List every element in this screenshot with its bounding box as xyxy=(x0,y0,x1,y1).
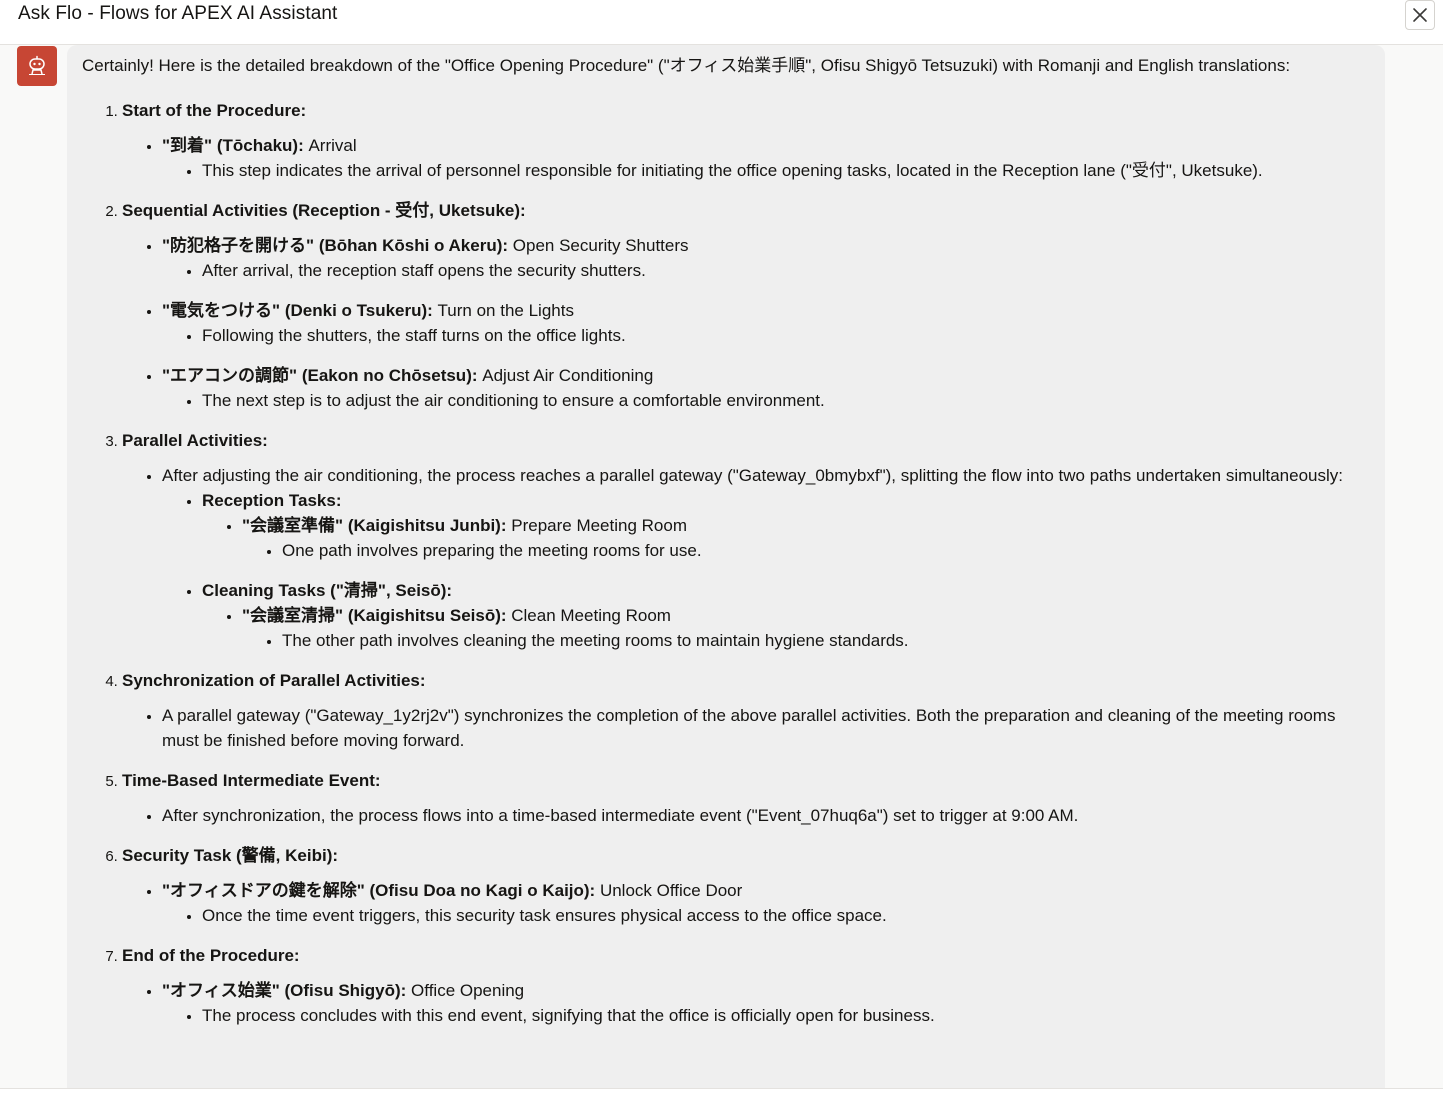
sub-bullets: One path involves preparing the meeting … xyxy=(242,538,1373,563)
sub-bullets: This step indicates the arrival of perso… xyxy=(162,158,1373,183)
group-bullets: "会議室清掃" (Kaigishitsu Seisō): Clean Meeti… xyxy=(202,603,1373,653)
list-item: "電気をつける" (Denki o Tsukeru): Turn on the … xyxy=(162,298,1373,348)
list-item: After adjusting the air conditioning, th… xyxy=(162,463,1373,653)
step-item: Security Task (警備, Keibi): "オフィスドアの鍵を解除"… xyxy=(122,843,1373,928)
task-detail: Once the time event triggers, this secur… xyxy=(202,903,1373,928)
task-term: "電気をつける" (Denki o Tsukeru): xyxy=(162,301,433,320)
ask-flo-dialog: Ask Flo - Flows for APEX AI Assistant Ce… xyxy=(0,0,1443,1095)
list-item: "会議室準備" (Kaigishitsu Junbi): Prepare Mee… xyxy=(242,513,1373,563)
sub-bullets: The process concludes with this end even… xyxy=(162,1003,1373,1028)
close-button[interactable] xyxy=(1405,0,1435,30)
dialog-footer xyxy=(0,1088,1443,1095)
parallel-group: Reception Tasks: "会議室準備" (Kaigishitsu Ju… xyxy=(202,488,1373,563)
step-title: Time-Based Intermediate Event: xyxy=(122,771,381,790)
step-bullets: After synchronization, the process flows… xyxy=(122,803,1373,828)
task-desc: Unlock Office Door xyxy=(595,881,743,900)
task-desc: Turn on the Lights xyxy=(432,301,574,320)
task-desc: Office Opening xyxy=(406,981,525,1000)
group-title: Reception Tasks: xyxy=(202,491,342,510)
step-title: Start of the Procedure: xyxy=(122,101,307,120)
step-bullets: After adjusting the air conditioning, th… xyxy=(122,463,1373,653)
parallel-groups: Reception Tasks: "会議室準備" (Kaigishitsu Ju… xyxy=(162,488,1373,653)
step-item: Start of the Procedure: "到着" (Tōchaku): … xyxy=(122,98,1373,183)
task-desc: Prepare Meeting Room xyxy=(506,516,687,535)
parallel-group: Cleaning Tasks ("清掃", Seisō): "会議室清掃" (K… xyxy=(202,578,1373,653)
step-item: Parallel Activities: After adjusting the… xyxy=(122,428,1373,653)
task-term: "防犯格子を開ける" (Bōhan Kōshi o Akeru): xyxy=(162,236,509,255)
group-title: Cleaning Tasks ("清掃", Seisō): xyxy=(202,581,453,600)
assistant-avatar xyxy=(17,46,57,86)
message-intro: Certainly! Here is the detailed breakdow… xyxy=(82,56,1291,75)
step-title: End of the Procedure: xyxy=(122,946,300,965)
group-bullets: "会議室準備" (Kaigishitsu Junbi): Prepare Mee… xyxy=(202,513,1373,563)
chat-content[interactable]: Certainly! Here is the detailed breakdow… xyxy=(0,45,1443,1088)
task-detail: After arrival, the reception staff opens… xyxy=(202,258,1373,283)
list-item: "オフィス始業" (Ofisu Shigyō): Office Opening … xyxy=(162,978,1373,1028)
step-title: Security Task (警備, Keibi): xyxy=(122,846,339,865)
steps-list: Start of the Procedure: "到着" (Tōchaku): … xyxy=(82,98,1373,1028)
sub-bullets: The other path involves cleaning the mee… xyxy=(242,628,1373,653)
sub-bullets: Following the shutters, the staff turns … xyxy=(162,323,1373,348)
step-bullets: "オフィスドアの鍵を解除" (Ofisu Doa no Kagi o Kaijo… xyxy=(122,878,1373,928)
list-item: "到着" (Tōchaku): Arrival This step indica… xyxy=(162,133,1373,183)
dialog-title: Ask Flo - Flows for APEX AI Assistant xyxy=(18,3,338,24)
task-detail: Following the shutters, the staff turns … xyxy=(202,323,1373,348)
step-item: End of the Procedure: "オフィス始業" (Ofisu Sh… xyxy=(122,943,1373,1028)
list-item: "オフィスドアの鍵を解除" (Ofisu Doa no Kagi o Kaijo… xyxy=(162,878,1373,928)
task-desc: Arrival xyxy=(303,136,357,155)
task-desc: Clean Meeting Room xyxy=(506,606,671,625)
step-text: A parallel gateway ("Gateway_1y2rj2v") s… xyxy=(162,703,1373,753)
task-detail: The next step is to adjust the air condi… xyxy=(202,388,1373,413)
task-term: "オフィスドアの鍵を解除" (Ofisu Doa no Kagi o Kaijo… xyxy=(162,881,596,900)
task-term: "オフィス始業" (Ofisu Shigyō): xyxy=(162,981,407,1000)
task-detail: The other path involves cleaning the mee… xyxy=(282,628,1373,653)
step-bullets: "防犯格子を開ける" (Bōhan Kōshi o Akeru): Open S… xyxy=(122,233,1373,413)
step-bullets: "オフィス始業" (Ofisu Shigyō): Office Opening … xyxy=(122,978,1373,1028)
step-text: After adjusting the air conditioning, th… xyxy=(162,466,1343,485)
list-item: "防犯格子を開ける" (Bōhan Kōshi o Akeru): Open S… xyxy=(162,233,1373,283)
task-detail: The process concludes with this end even… xyxy=(202,1003,1373,1028)
list-item: "エアコンの調節" (Eakon no Chōsetsu): Adjust Ai… xyxy=(162,363,1373,413)
step-title: Synchronization of Parallel Activities: xyxy=(122,671,426,690)
step-text: After synchronization, the process flows… xyxy=(162,803,1373,828)
step-title: Sequential Activities (Reception - 受付, U… xyxy=(122,201,526,220)
dialog-header: Ask Flo - Flows for APEX AI Assistant xyxy=(0,0,1443,45)
step-item: Sequential Activities (Reception - 受付, U… xyxy=(122,198,1373,413)
step-bullets: "到着" (Tōchaku): Arrival This step indica… xyxy=(122,133,1373,183)
step-title: Parallel Activities: xyxy=(122,431,268,450)
step-item: Synchronization of Parallel Activities: … xyxy=(122,668,1373,753)
sub-bullets: The next step is to adjust the air condi… xyxy=(162,388,1373,413)
assistant-robot-icon xyxy=(29,55,45,75)
sub-bullets: After arrival, the reception staff opens… xyxy=(162,258,1373,283)
task-term: "会議室準備" (Kaigishitsu Junbi): xyxy=(242,516,507,535)
list-item: "会議室清掃" (Kaigishitsu Seisō): Clean Meeti… xyxy=(242,603,1373,653)
sub-bullets: Once the time event triggers, this secur… xyxy=(162,903,1373,928)
task-term: "会議室清掃" (Kaigishitsu Seisō): xyxy=(242,606,507,625)
step-item: Time-Based Intermediate Event: After syn… xyxy=(122,768,1373,828)
task-term: "エアコンの調節" (Eakon no Chōsetsu): xyxy=(162,366,478,385)
task-detail: This step indicates the arrival of perso… xyxy=(202,158,1373,183)
task-term: "到着" (Tōchaku): xyxy=(162,136,304,155)
close-icon xyxy=(1413,8,1427,22)
task-desc: Adjust Air Conditioning xyxy=(477,366,654,385)
assistant-message: Certainly! Here is the detailed breakdow… xyxy=(67,45,1385,1088)
task-desc: Open Security Shutters xyxy=(508,236,689,255)
step-bullets: A parallel gateway ("Gateway_1y2rj2v") s… xyxy=(122,703,1373,753)
task-detail: One path involves preparing the meeting … xyxy=(282,538,1373,563)
